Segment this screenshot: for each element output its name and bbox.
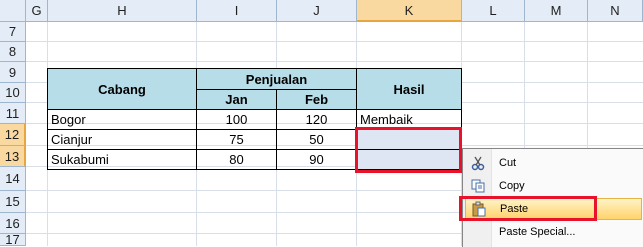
column-header-m[interactable]: M [525, 0, 588, 22]
cell-h9-cabang-header[interactable]: Cabang [47, 68, 197, 110]
gridline [26, 61, 643, 62]
row-header-9[interactable]: 9 [0, 62, 26, 83]
cell-i10-jan-header[interactable]: Jan [197, 90, 277, 110]
cell-i11-jan[interactable]: 100 [197, 110, 277, 130]
menu-item-label: Copy [499, 180, 525, 192]
row-header-12[interactable]: 12 [0, 124, 26, 146]
row-header-17[interactable]: 17 [0, 232, 26, 247]
cell-h12-cabang[interactable]: Cianjur [47, 130, 197, 150]
row-header-15[interactable]: 15 [0, 191, 26, 213]
row-header-14[interactable]: 14 [0, 167, 26, 191]
cell-h13-cabang[interactable]: Sukabumi [47, 150, 197, 170]
row-header-16[interactable]: 16 [0, 213, 26, 234]
gridline [26, 41, 643, 42]
column-header-j[interactable]: J [277, 0, 357, 22]
row-header-13[interactable]: 13 [0, 146, 26, 167]
cell-j11-feb[interactable]: 120 [277, 110, 357, 130]
row-header-8[interactable]: 8 [0, 42, 26, 62]
row-header-7[interactable]: 7 [0, 22, 26, 42]
row-header-10[interactable]: 10 [0, 83, 26, 103]
cell-j12-feb[interactable]: 50 [277, 130, 357, 150]
column-header-i[interactable]: I [197, 0, 277, 22]
cell-i13-jan[interactable]: 80 [197, 150, 277, 170]
copy-icon [465, 178, 491, 194]
paste-highlight-box [459, 196, 597, 221]
cell-j10-feb-header[interactable]: Feb [277, 90, 357, 110]
cell-i9-penjualan-header[interactable]: Penjualan [197, 68, 357, 90]
cell-k9-hasil-header[interactable]: Hasil [357, 68, 462, 110]
row-header-11[interactable]: 11 [0, 103, 26, 124]
menu-item-paste-special[interactable]: Paste Special... [465, 221, 642, 243]
cell-i12-jan[interactable]: 75 [197, 130, 277, 150]
column-header-g[interactable]: G [26, 0, 48, 22]
column-header-h[interactable]: H [48, 0, 197, 22]
menu-item-copy[interactable]: Copy [465, 175, 642, 197]
column-header-n[interactable]: N [588, 0, 643, 22]
column-header-l[interactable]: L [462, 0, 525, 22]
menu-item-cut[interactable]: Cut [465, 152, 642, 174]
column-header-k[interactable]: K [357, 0, 462, 22]
selection-highlight-box [355, 127, 462, 173]
menu-item-label: Cut [499, 157, 517, 169]
cell-h11-cabang[interactable]: Bogor [47, 110, 197, 130]
scissors-icon [465, 155, 491, 171]
menu-item-label: Paste Special... [499, 226, 576, 238]
select-all-corner[interactable] [0, 0, 26, 22]
cell-j13-feb[interactable]: 90 [277, 150, 357, 170]
